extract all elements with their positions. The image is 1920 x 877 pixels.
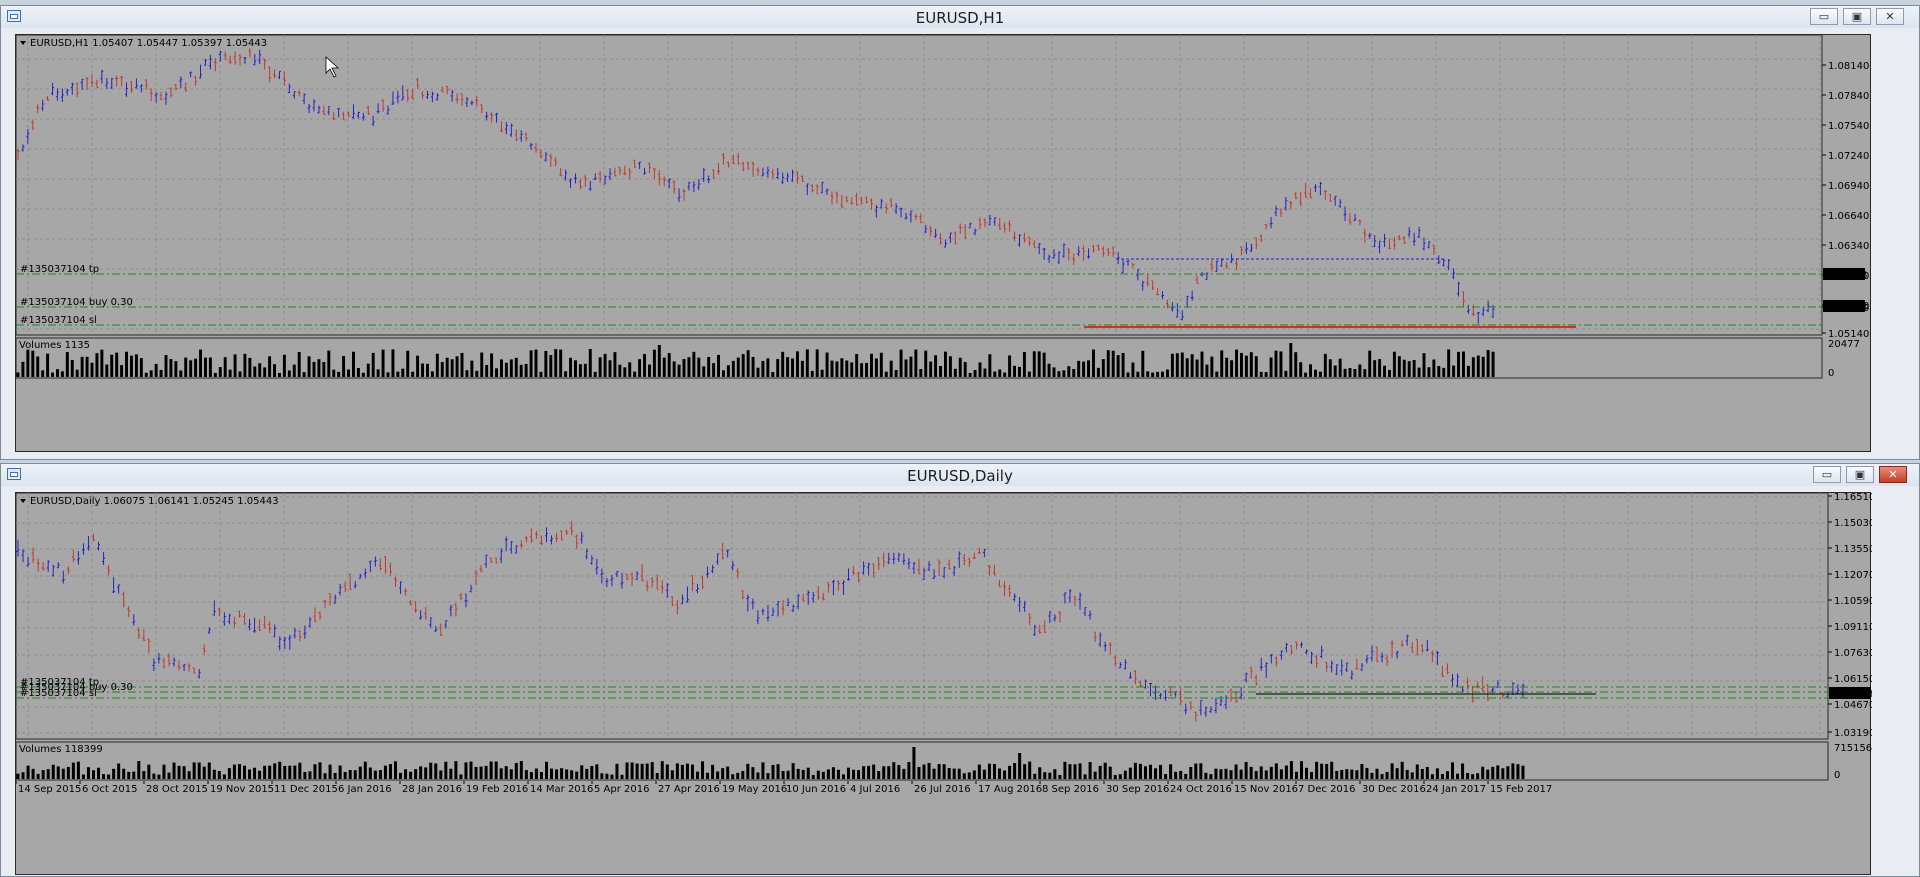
close-button[interactable]: ✕ <box>1879 466 1907 483</box>
date-axis-label: 28 Jan 2016 <box>402 784 462 795</box>
close-button[interactable]: ✕ <box>1876 8 1904 25</box>
price-chart-h1-canvas[interactable]: EURUSD,H1 1.05407 1.05447 1.05397 1.0544… <box>16 35 1872 453</box>
date-axis-label: 15 Nov 2016 <box>1234 784 1298 795</box>
date-axis-label: 7 Dec 2016 <box>1298 784 1356 795</box>
price-axis-label: 1.09110 <box>1834 622 1872 633</box>
date-axis-label: 6 Jan 2016 <box>338 784 392 795</box>
date-axis-label: 24 Jan 2017 <box>1426 784 1486 795</box>
order-label: #135037104 buy 0.30 <box>20 297 133 308</box>
date-axis-label: 14 Mar 2016 <box>530 784 593 795</box>
date-axis-label: 30 Sep 2016 <box>1106 784 1169 795</box>
date-axis-label: 14 Sep 2015 <box>18 784 81 795</box>
mouse-cursor-icon <box>325 56 340 78</box>
volume-axis-max: 715156 <box>1834 743 1872 754</box>
chart-window-daily[interactable]: EURUSD,Daily ▭ ▣ ✕ EURUSD,Daily 1.06075 … <box>0 463 1920 877</box>
price-plot-area[interactable] <box>16 35 1823 336</box>
date-axis-label: 17 Aug 2016 <box>978 784 1042 795</box>
volume-axis-max: 20477 <box>1828 339 1860 350</box>
order-label: #135037104 sl <box>20 688 97 699</box>
order-label: #135037104 sl <box>20 315 97 326</box>
volume-plot-area[interactable] <box>16 337 1823 379</box>
date-axis-label: 24 Oct 2016 <box>1170 784 1232 795</box>
date-axis-label: 6 Oct 2015 <box>82 784 137 795</box>
price-chart-h1[interactable]: EURUSD,H1 1.05407 1.05447 1.05397 1.0544… <box>15 34 1871 452</box>
date-axis-label: 30 Dec 2016 <box>1362 784 1426 795</box>
price-axis-label: 1.03190 <box>1834 728 1872 739</box>
price-chart-daily[interactable]: EURUSD,Daily 1.06075 1.06141 1.05245 1.0… <box>15 492 1872 876</box>
current-price-label: 1.05443 <box>1826 302 1867 313</box>
date-axis-label: 11 Dec 2015 <box>274 784 338 795</box>
maximize-button[interactable]: ▣ <box>1846 466 1874 483</box>
price-axis-label: 1.13550 <box>1834 544 1872 555</box>
price-chart-daily-canvas[interactable]: EURUSD,Daily 1.06075 1.06141 1.05245 1.0… <box>16 493 1872 876</box>
symbol-info: EURUSD,Daily 1.06075 1.06141 1.05245 1.0… <box>30 496 279 507</box>
date-axis-label: 4 Jul 2016 <box>850 784 900 795</box>
price-axis-label: 1.06640 <box>1828 211 1869 222</box>
price-plot-area[interactable] <box>16 493 1829 740</box>
volumes-label: Volumes 1135 <box>19 340 90 351</box>
maximize-button[interactable]: ▣ <box>1843 8 1871 25</box>
tp-price-label: 1.05808 <box>1826 270 1867 281</box>
price-axis-label: 1.12070 <box>1834 570 1872 581</box>
price-axis-label: 1.07630 <box>1834 648 1872 659</box>
window-titlebar[interactable]: EURUSD,Daily ▭ ▣ ✕ <box>1 464 1919 486</box>
collapse-arrow-icon[interactable] <box>20 41 26 45</box>
price-axis-label: 1.07840 <box>1828 91 1869 102</box>
minimize-button[interactable]: ▭ <box>1810 8 1838 25</box>
price-axis-label: 1.16510 <box>1834 493 1872 503</box>
volume-plot-area[interactable] <box>16 741 1829 781</box>
date-axis-label: 19 Nov 2015 <box>210 784 274 795</box>
window-title: EURUSD,Daily <box>907 467 1013 485</box>
order-label: #135037104 tp <box>20 264 99 275</box>
window-title: EURUSD,H1 <box>915 9 1005 27</box>
price-axis-label: 1.07540 <box>1828 121 1869 132</box>
price-axis-label: 1.15030 <box>1834 518 1872 529</box>
price-axis-label: 1.07240 <box>1828 151 1869 162</box>
window-titlebar[interactable]: EURUSD,H1 ▭ ▣ ✕ <box>1 6 1919 28</box>
date-axis-label: 19 Feb 2016 <box>466 784 528 795</box>
volumes-label: Volumes 118399 <box>19 744 103 755</box>
date-axis-label: 27 Apr 2016 <box>658 784 720 795</box>
date-axis-label: 10 Jun 2016 <box>786 784 846 795</box>
minimize-button[interactable]: ▭ <box>1813 466 1841 483</box>
chart-window-h1[interactable]: EURUSD,H1 ▭ ▣ ✕ EURUSD,H1 1.05407 1.0544… <box>0 5 1920 460</box>
price-axis-label: 1.06940 <box>1828 181 1869 192</box>
date-axis-label: 19 May 2016 <box>722 784 787 795</box>
price-axis-label: 1.06340 <box>1828 241 1869 252</box>
price-axis-label: 1.06150 <box>1834 674 1872 685</box>
date-axis-label: 8 Sep 2016 <box>1042 784 1099 795</box>
date-axis-label: 26 Jul 2016 <box>914 784 971 795</box>
price-axis-label: 1.08140 <box>1828 61 1869 72</box>
collapse-arrow-icon[interactable] <box>20 499 26 503</box>
volume-axis-min: 0 <box>1834 770 1840 781</box>
date-axis-label: 28 Oct 2015 <box>146 784 208 795</box>
date-axis-label: 5 Apr 2016 <box>594 784 649 795</box>
date-axis-label: 15 Feb 2017 <box>1490 784 1552 795</box>
symbol-info: EURUSD,H1 1.05407 1.05447 1.05397 1.0544… <box>30 38 267 49</box>
price-axis-label: 1.04670 <box>1834 700 1872 711</box>
price-axis-label: 1.10590 <box>1834 596 1872 607</box>
volume-axis-min: 0 <box>1828 368 1834 379</box>
current-price-label: 1.05443 <box>1832 689 1872 700</box>
